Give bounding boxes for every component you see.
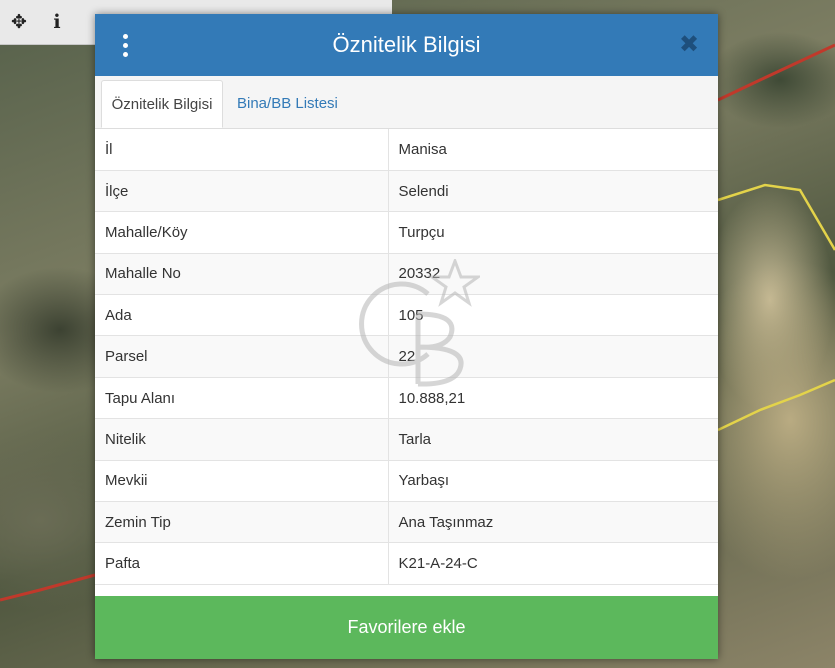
row-value: Manisa [388, 129, 718, 171]
row-value: Ana Taşınmaz [388, 501, 718, 544]
admin-boundary-line [717, 43, 835, 102]
row-key: Mahalle/Köy [95, 211, 389, 254]
close-icon[interactable]: ✖ [676, 31, 702, 59]
row-value: 20332 [388, 253, 718, 296]
row-value: 10.888,21 [388, 377, 718, 420]
table-row: Nitelik Tarla [95, 418, 718, 461]
table-row: İlçe Selendi [95, 170, 718, 213]
row-value: 105 [388, 294, 718, 337]
table-row: Mahalle/Köy Turpçu [95, 211, 718, 254]
tab-bar: Öznitelik Bilgisi Bina/BB Listesi [95, 76, 718, 129]
attribute-table-container[interactable]: İl Manisa İlçe Selendi Mahalle/Köy Turpç… [95, 129, 718, 596]
dialog-header: Öznitelik Bilgisi ✖ [95, 14, 718, 76]
parcel-boundary [717, 183, 835, 251]
table-row: Mevkii Yarbaşı [95, 460, 718, 503]
move-icon[interactable]: ✥ [0, 0, 38, 44]
row-value: Tarla [388, 418, 718, 461]
parcel-boundary [717, 378, 835, 432]
row-key: Tapu Alanı [95, 377, 389, 420]
row-value: Turpçu [388, 211, 718, 254]
more-vertical-icon[interactable] [115, 30, 135, 60]
table-row: Parsel 22 [95, 335, 718, 378]
info-icon[interactable]: i [38, 0, 76, 44]
add-to-favorites-button[interactable]: Favorilere ekle [95, 596, 718, 659]
row-key: Parsel [95, 335, 389, 378]
row-value: Yarbaşı [388, 460, 718, 503]
dialog-title: Öznitelik Bilgisi [332, 32, 481, 57]
row-key: İl [95, 129, 389, 171]
admin-boundary-line [0, 573, 96, 602]
attribute-table: İl Manisa İlçe Selendi Mahalle/Köy Turpç… [95, 129, 718, 585]
row-key: Ada [95, 294, 389, 337]
row-key: İlçe [95, 170, 389, 213]
table-row: Pafta K21-A-24-C [95, 542, 718, 585]
row-key: Mahalle No [95, 253, 389, 296]
tab-building-list[interactable]: Bina/BB Listesi [237, 80, 338, 128]
tab-attribute-info[interactable]: Öznitelik Bilgisi [101, 80, 223, 128]
row-value: 22 [388, 335, 718, 378]
row-key: Nitelik [95, 418, 389, 461]
table-row: Mahalle No 20332 [95, 253, 718, 296]
table-row: Zemin Tip Ana Taşınmaz [95, 501, 718, 544]
table-row: Tapu Alanı 10.888,21 [95, 377, 718, 420]
row-value: Selendi [388, 170, 718, 213]
row-value: K21-A-24-C [388, 542, 718, 585]
row-key: Zemin Tip [95, 501, 389, 544]
table-row: İl Manisa [95, 129, 718, 171]
attribute-info-dialog: Öznitelik Bilgisi ✖ Öznitelik Bilgisi Bi… [95, 14, 718, 659]
row-key: Mevkii [95, 460, 389, 503]
row-key: Pafta [95, 542, 389, 585]
table-row: Ada 105 [95, 294, 718, 337]
